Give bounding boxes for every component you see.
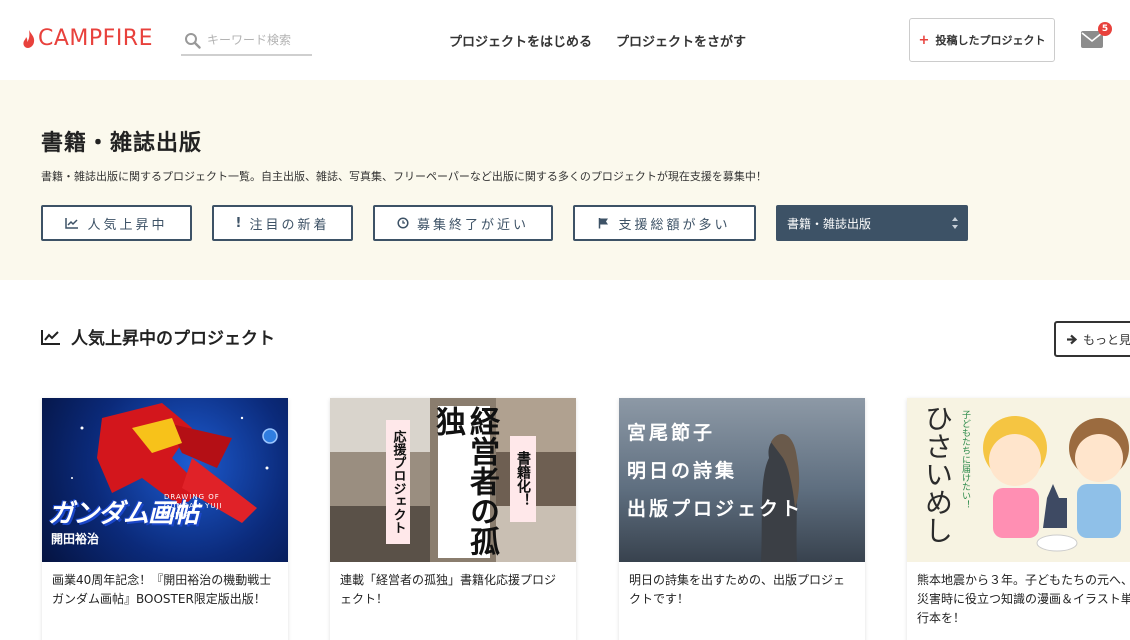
photo-tile: [496, 506, 576, 562]
cover-subtitle: 子どもたちに届けたい！: [960, 410, 970, 509]
artwork-subtitle: DRAWING OF GUNDAM YUJI KAIDA: [164, 493, 223, 519]
project-thumbnail[interactable]: ひさいめし 子どもたちに届けたい！: [907, 398, 1130, 562]
trending-up-icon: [41, 329, 60, 345]
category-select[interactable]: 書籍・雑誌出版: [776, 205, 968, 241]
project-description[interactable]: 明日の詩集を出すための、出版プロジェクトです！: [619, 562, 865, 618]
clock-icon: [397, 217, 409, 229]
section-title: 人気上昇中のプロジェクト: [41, 324, 275, 349]
photo-tile: [496, 452, 576, 506]
project-thumbnail[interactable]: ガンダム画帖 開田裕治 DRAWING OF GUNDAM YUJI KAIDA: [42, 398, 288, 562]
sort-ending-soon-label: 募集終了が近い: [416, 217, 529, 233]
project-description[interactable]: 熊本地震から３年。子どもたちの元へ、災害時に役立つ知識の漫画＆イラスト単行本を！: [907, 562, 1130, 637]
photo-tile: [496, 398, 576, 452]
project-description[interactable]: 画業40周年記念！『開田裕治の機動戦士ガンダム画帖』BOOSTER限定版出版！: [42, 562, 288, 618]
cover-line-2: 明日の詩集: [627, 460, 738, 482]
select-arrows-icon: [952, 217, 958, 229]
plus-icon: +: [918, 32, 930, 48]
sort-new-label: 注目の新着: [249, 217, 330, 233]
trending-up-icon: [65, 218, 79, 229]
cover-text-left: 応援プロジェクト: [386, 420, 410, 544]
nav-start-project[interactable]: プロジェクトをはじめる: [449, 31, 592, 50]
cover-line-3: 出版プロジェクト: [627, 498, 804, 520]
sort-trending-label: 人気上昇中: [87, 217, 168, 233]
arrow-right-icon: [1067, 334, 1077, 344]
project-thumbnail[interactable]: 宮尾節子 明日の詩集 出版プロジェクト: [619, 398, 865, 562]
sort-most-funded-button[interactable]: 支援総額が多い: [573, 205, 756, 241]
notification-badge: 5: [1098, 22, 1112, 36]
campfire-logo[interactable]: CAMPFIRE: [22, 26, 153, 51]
flag-icon: [599, 218, 609, 229]
cover-line-1: 宮尾節子: [627, 422, 716, 444]
category-banner: 書籍・雑誌出版 書籍・雑誌出版に関するプロジェクト一覧。自主出版、雑誌、写真集、…: [0, 80, 1130, 280]
sort-new-button[interactable]: ! 注目の新着: [212, 205, 353, 241]
posted-projects-label: 投稿したプロジェクト: [935, 34, 1046, 47]
see-more-label: もっと見: [1083, 332, 1130, 347]
see-more-button[interactable]: もっと見: [1054, 321, 1130, 357]
project-card[interactable]: ひさいめし 子どもたちに届けたい！ 熊本地震から３年。子どもたちの元へ、災害時に…: [907, 398, 1130, 640]
sort-ending-soon-button[interactable]: 募集終了が近い: [373, 205, 553, 241]
artwork-author: 開田裕治: [51, 532, 100, 546]
search-box[interactable]: [181, 26, 312, 56]
section-title-text: 人気上昇中のプロジェクト: [71, 329, 275, 349]
project-card[interactable]: ガンダム画帖 開田裕治 DRAWING OF GUNDAM YUJI KAIDA…: [42, 398, 288, 640]
photo-tile: [330, 506, 430, 562]
photo-tile: [330, 398, 430, 452]
page-title: 書籍・雑誌出版: [41, 131, 203, 156]
project-card[interactable]: 応援プロジェクト 経営者の孤独 書籍化！ 連載「経営者の孤独」書籍化応援プロジェ…: [330, 398, 576, 640]
cover-title: 経営者の孤独: [430, 406, 499, 556]
project-thumbnail[interactable]: 応援プロジェクト 経営者の孤独 書籍化！: [330, 398, 576, 562]
logo-text: CAMPFIRE: [38, 26, 153, 51]
sort-trending-button[interactable]: 人気上昇中: [41, 205, 192, 241]
search-input[interactable]: [207, 33, 307, 47]
photo-tile: [330, 452, 430, 506]
cover-text-right: 書籍化！: [510, 436, 536, 522]
posted-projects-button[interactable]: + 投稿したプロジェクト: [909, 18, 1055, 62]
cover-text-main: 経営者の孤独: [430, 406, 499, 558]
project-description[interactable]: 連載「経営者の孤独」書籍化応援プロジェクト！: [330, 562, 576, 618]
search-icon: [185, 32, 201, 49]
cover-title: ひさいめし: [921, 404, 954, 544]
nav-find-project[interactable]: プロジェクトをさがす: [616, 31, 746, 50]
exclamation-icon: !: [235, 215, 242, 231]
category-select-value: 書籍・雑誌出版: [787, 216, 872, 231]
project-card[interactable]: 宮尾節子 明日の詩集 出版プロジェクト 明日の詩集を出すための、出版プロジェクト…: [619, 398, 865, 640]
category-description: 書籍・雑誌出版に関するプロジェクト一覧。自主出版、雑誌、写真集、フリーペーパーな…: [41, 170, 767, 183]
woman-silhouette: [761, 434, 800, 562]
sort-most-funded-label: 支援総額が多い: [618, 217, 731, 233]
site-header: CAMPFIRE プロジェクトをはじめる プロジェクトをさがす + 投稿したプロ…: [0, 0, 1130, 80]
flame-icon: [23, 29, 35, 48]
